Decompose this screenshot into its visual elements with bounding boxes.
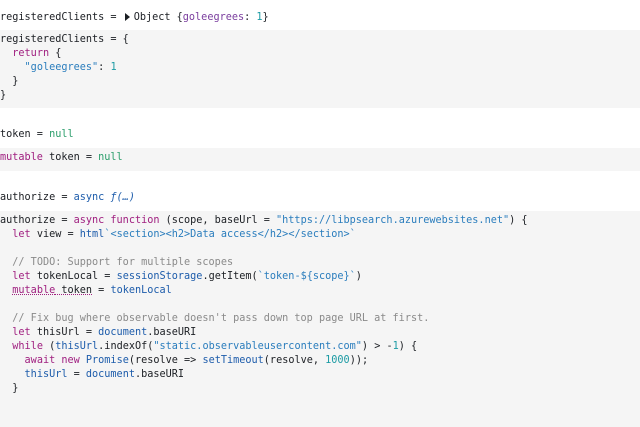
output-function-label[interactable]: ƒ(…) xyxy=(104,192,135,203)
output-brace-close: } xyxy=(262,11,269,23)
code-line: let thisUrl = document.baseURI xyxy=(0,326,640,340)
output-key: goleegrees xyxy=(182,11,245,23)
cell-output-registered-clients: registeredClients = Object {goleegrees: … xyxy=(0,0,640,30)
keyword: await xyxy=(24,355,56,366)
output-value: null xyxy=(49,128,74,140)
code-line: while (thisUrl.indexOf("static.observabl… xyxy=(0,340,640,354)
code-text: authorize = xyxy=(0,215,74,226)
code-line: let view = html`<section><h2>Data access… xyxy=(0,228,640,242)
cell-output-token: token = null xyxy=(0,120,640,148)
code-text: ) { xyxy=(509,215,528,226)
code-text: thisUrl = xyxy=(30,327,99,338)
keyword: return xyxy=(12,48,50,59)
code-comment: // TODO: Support for multiple scopes xyxy=(12,257,234,268)
output-colon: : xyxy=(244,11,257,23)
output-brace-open: { xyxy=(170,11,183,23)
code-editor-registered-clients[interactable]: registeredClients = { return { "goleegre… xyxy=(0,30,640,108)
keyword: new xyxy=(55,355,80,366)
code-line: mutable token = tokenLocal xyxy=(0,284,640,298)
output-variable-name: token xyxy=(0,128,31,140)
keyword: let xyxy=(12,229,31,240)
code-text: tokenLocal = xyxy=(30,271,117,282)
keyword: while xyxy=(12,341,43,352)
code-text: )); xyxy=(349,355,369,366)
keyword: async xyxy=(73,215,105,226)
code-text: } xyxy=(12,76,19,87)
code-text: } xyxy=(12,383,19,394)
code-line: } xyxy=(0,382,640,396)
expand-caret-icon[interactable] xyxy=(124,13,130,21)
string-literal: "static.observableusercontent.com" xyxy=(153,341,362,352)
code-text: ( xyxy=(42,341,56,352)
code-text: { xyxy=(49,48,62,59)
code-line: registeredClients = { xyxy=(0,33,640,47)
function-name: thisUrl xyxy=(55,341,99,352)
code-text: .baseURI xyxy=(134,369,185,380)
function-name: html xyxy=(79,229,105,240)
keyword: let xyxy=(12,327,31,338)
code-line: "goleegrees": 1 xyxy=(0,61,640,75)
keyword: mutable xyxy=(12,285,56,296)
string-literal: `<section><h2>Data access</h2></section>… xyxy=(104,229,356,240)
code-line: } xyxy=(0,89,640,103)
code-editor-authorize[interactable]: authorize = async function (scope, baseU… xyxy=(0,211,640,427)
code-text: = xyxy=(67,369,86,380)
output-type-label[interactable]: Object xyxy=(134,12,171,23)
string-literal: "goleegrees" xyxy=(24,62,99,73)
code-text: registeredClients = { xyxy=(0,34,129,45)
keyword: mutable xyxy=(0,152,43,163)
code-line: authorize = async function (scope, baseU… xyxy=(0,214,640,228)
code-text: token = xyxy=(42,152,99,163)
cell-output-authorize: authorize = async ƒ(…) xyxy=(0,183,640,211)
code-text: ) > - xyxy=(361,341,393,352)
function-name: setTimeout xyxy=(202,355,264,366)
code-text: (scope, baseUrl = xyxy=(159,215,277,226)
function-name: tokenLocal xyxy=(110,285,172,296)
output-equals: = xyxy=(55,191,74,203)
code-text: ) { xyxy=(398,341,418,352)
function-name: thisUrl xyxy=(24,369,68,380)
code-line: await new Promise(resolve => setTimeout(… xyxy=(0,354,640,368)
code-text: .baseURI xyxy=(147,327,197,338)
output-variable-name: registeredClients xyxy=(0,11,105,23)
code-text: = xyxy=(92,285,111,296)
code-line: return { xyxy=(0,47,640,61)
mutable-reference: token xyxy=(55,285,93,296)
number-literal: 1000 xyxy=(325,355,350,366)
code-text: ) xyxy=(355,271,362,282)
number-literal: 1 xyxy=(110,62,117,73)
cell-gap xyxy=(0,108,640,120)
code-line: mutable token = null xyxy=(0,151,640,165)
code-text: view = xyxy=(30,229,80,240)
code-text: .getItem( xyxy=(202,271,258,282)
code-text: (resolve => xyxy=(128,355,203,366)
code-comment: // Fix bug where observable doesn't pass… xyxy=(12,313,430,324)
code-line: } xyxy=(0,75,640,89)
code-text: : xyxy=(98,62,111,73)
string-literal: `token-${scope}` xyxy=(257,271,356,282)
function-name: sessionStorage xyxy=(116,271,203,282)
output-equals: = xyxy=(30,128,50,140)
code-text: (resolve, xyxy=(263,355,326,366)
keyword: function xyxy=(104,215,160,226)
output-async-label: async xyxy=(73,191,105,203)
string-literal: "https://libpsearch.azurewebsites.net" xyxy=(276,215,510,226)
cell-gap xyxy=(0,171,640,183)
function-name: document xyxy=(85,369,135,380)
function-name: Promise xyxy=(79,355,129,366)
function-name: document xyxy=(98,327,148,338)
null-literal: null xyxy=(98,152,123,163)
output-equals: = xyxy=(104,11,123,23)
code-text: } xyxy=(0,90,7,101)
keyword: let xyxy=(12,271,31,282)
code-line: let tokenLocal = sessionStorage.getItem(… xyxy=(0,270,640,284)
code-editor-token[interactable]: mutable token = null xyxy=(0,148,640,171)
code-text: .indexOf( xyxy=(98,341,154,352)
code-line: thisUrl = document.baseURI xyxy=(0,368,640,382)
output-variable-name: authorize xyxy=(0,191,56,203)
code-line: // Fix bug where observable doesn't pass… xyxy=(0,312,640,326)
code-line: // TODO: Support for multiple scopes xyxy=(0,256,640,270)
